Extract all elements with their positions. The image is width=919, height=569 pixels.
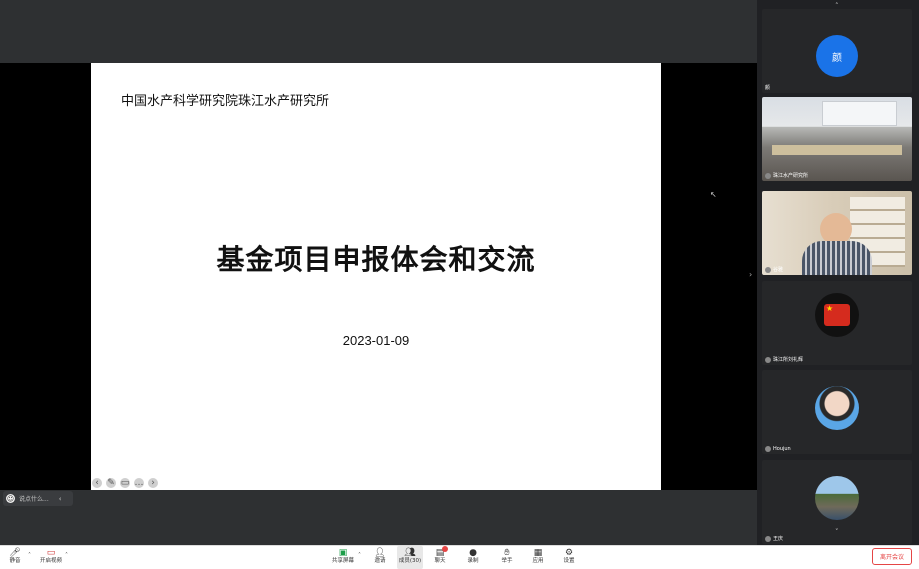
avatar: ★: [815, 293, 859, 337]
collapse-chat-icon[interactable]: ‹: [59, 495, 62, 503]
hand-icon: ✋︎: [504, 547, 510, 558]
record-button[interactable]: ● 录制: [458, 547, 488, 565]
apps-grid-icon: ▦: [533, 547, 543, 558]
participant-name: 王庆: [765, 535, 783, 542]
camera-off-icon: ▭: [46, 547, 56, 558]
prev-slide-icon[interactable]: ‹: [92, 478, 102, 488]
video-feed: [762, 191, 912, 275]
caption-icon[interactable]: ▭: [120, 478, 130, 488]
mic-icon: [765, 266, 771, 273]
emoji-icon[interactable]: ☺: [6, 494, 15, 503]
china-flag-icon: ★: [824, 304, 850, 326]
sidebar-toggle-icon[interactable]: ›: [749, 270, 752, 279]
raise-hand-button[interactable]: ✋︎ 举手: [492, 547, 522, 565]
shared-slide: 中国水产科学研究院珠江水产研究所 基金项目申报体会和交流 2023-01-09: [91, 63, 661, 490]
members-button[interactable]: 👥︎ 成员(30): [395, 547, 425, 565]
mic-icon: [765, 356, 771, 363]
mouse-cursor-icon: ↖: [710, 190, 717, 199]
share-options-icon[interactable]: ˄: [358, 552, 361, 559]
participant-name: 珠江水产研究所: [765, 172, 808, 179]
participant-tile[interactable]: 珠江水产研究所: [762, 97, 912, 181]
avatar: [815, 476, 859, 520]
microphone-icon: 🎤︎: [9, 547, 21, 558]
participant-name: 颜: [765, 85, 771, 91]
video-options-icon[interactable]: ˄: [65, 552, 68, 559]
participant-tile[interactable]: 谷雅: [762, 191, 912, 275]
slide-date: 2023-01-09: [342, 333, 410, 348]
settings-button[interactable]: ⚙ 设置: [554, 547, 584, 565]
chat-notification-badge: [442, 546, 448, 552]
participant-name: 珠江所刘礼辉: [765, 356, 803, 363]
members-icon: 👥︎: [404, 547, 416, 558]
avatar: [815, 386, 859, 430]
share-screen-button[interactable]: ▣ 共享屏幕: [328, 547, 358, 565]
chat-button[interactable]: ▤ 聊天: [425, 547, 455, 565]
apps-button[interactable]: ▦ 应用: [523, 547, 553, 565]
share-screen-icon: ▣: [338, 547, 348, 558]
record-icon: ●: [469, 547, 477, 558]
slide-title: 基金项目申报体会和交流: [216, 243, 536, 276]
video-feed: [762, 97, 912, 181]
participant-name: Houjun: [765, 446, 791, 452]
scroll-down-icon[interactable]: ˅: [835, 528, 839, 536]
slide-organization: 中国水产科学研究院珠江水产研究所: [121, 94, 330, 109]
slide-toolbar: ‹ ✎ ▭ … ›: [92, 478, 158, 488]
pen-icon[interactable]: ✎: [106, 478, 116, 488]
mic-icon: [765, 446, 771, 452]
participant-tile[interactable]: ★ 珠江所刘礼辉: [762, 281, 912, 365]
avatar: 颜: [816, 35, 858, 77]
mute-options-icon[interactable]: ˄: [28, 552, 31, 559]
participant-tile[interactable]: Houjun: [762, 370, 912, 454]
invite-icon: 👤︎: [374, 547, 386, 558]
more-icon[interactable]: …: [134, 478, 144, 488]
video-button[interactable]: ▭ 开启视频: [36, 547, 66, 565]
invite-button[interactable]: 👤︎ 邀请: [365, 547, 395, 565]
meeting-toolbar: 🎤︎ 静音 ˄ ▭ 开启视频 ˄ ▣ 共享屏幕 ˄ 👤︎ 邀请 👥︎ 成员(30…: [0, 545, 919, 569]
mic-icon: [765, 535, 771, 542]
next-slide-icon[interactable]: ›: [148, 478, 158, 488]
chat-placeholder: 说点什么...: [19, 496, 49, 503]
leave-meeting-button[interactable]: 离开会议: [872, 548, 912, 565]
mute-button[interactable]: 🎤︎ 静音: [0, 547, 30, 565]
chat-input[interactable]: ☺ 说点什么... ‹: [3, 491, 73, 506]
participant-tile[interactable]: 颜 颜: [762, 9, 912, 93]
mic-icon: [765, 172, 771, 179]
gear-icon: ⚙: [564, 547, 574, 558]
participant-name: 谷雅: [765, 266, 783, 273]
